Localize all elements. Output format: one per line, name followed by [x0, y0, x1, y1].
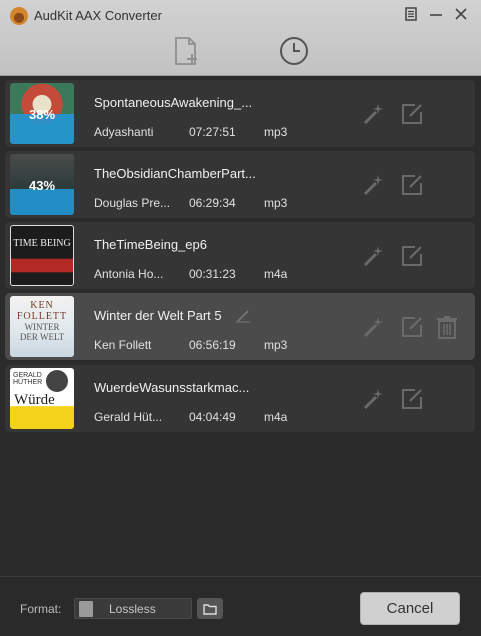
title-bar: AudKit AAX Converter — [0, 0, 481, 76]
magic-wand-icon[interactable] — [362, 315, 386, 339]
book-cover: KEN FOLLETT WINTER DER WELT — [10, 296, 74, 357]
book-author: Douglas Pre... — [94, 196, 171, 210]
book-cover: TIME BEING — [10, 225, 74, 286]
magic-wand-icon[interactable] — [362, 387, 386, 411]
cover-author: GERALD HÜTHER — [13, 372, 43, 386]
progress-label: 38% — [28, 107, 56, 122]
book-duration: 07:27:51 — [189, 125, 236, 139]
format-file-icon — [79, 601, 93, 617]
menu-icon[interactable] — [400, 4, 422, 24]
book-row[interactable]: 38% SpontaneousAwakening_... Adyashanti … — [5, 80, 475, 147]
book-format: m4a — [264, 267, 288, 281]
book-format: mp3 — [264, 196, 288, 210]
book-duration: 00:31:23 — [189, 267, 236, 281]
footer: Format: Lossless Cancel — [0, 576, 481, 636]
book-cover: GERALD HÜTHER Würde — [10, 368, 74, 429]
close-icon[interactable] — [450, 4, 472, 24]
format-value: Lossless — [109, 602, 156, 616]
book-cover: 43% — [10, 154, 74, 215]
book-author: Adyashanti — [94, 125, 154, 139]
edit-icon[interactable] — [400, 244, 424, 268]
format-label: Format: — [20, 602, 62, 616]
book-author: Ken Follett — [94, 338, 152, 352]
magic-wand-icon[interactable] — [362, 173, 386, 197]
app-title: AudKit AAX Converter — [34, 8, 162, 23]
trash-icon[interactable] — [435, 315, 459, 339]
book-title: Winter der Welt Part 5 — [94, 308, 222, 323]
author-photo — [46, 370, 68, 392]
book-row[interactable]: TIME BEING TheTimeBeing_ep6 Antonia Ho..… — [5, 222, 475, 289]
book-duration: 06:29:34 — [189, 196, 236, 210]
book-author: Antonia Ho... — [94, 267, 164, 281]
edit-icon[interactable] — [400, 387, 424, 411]
book-duration: 04:04:49 — [189, 410, 236, 424]
edit-icon[interactable] — [400, 315, 424, 339]
book-title: WuerdeWasunsstarkmac... — [94, 380, 250, 395]
format-select[interactable]: Lossless — [74, 598, 192, 619]
book-duration: 06:56:19 — [189, 338, 236, 352]
book-title: TheTimeBeing_ep6 — [94, 237, 207, 252]
minimize-icon[interactable] — [425, 4, 447, 24]
edit-icon[interactable] — [400, 173, 424, 197]
cancel-button[interactable]: Cancel — [360, 592, 460, 625]
add-files-icon[interactable] — [170, 34, 204, 68]
book-cover: 38% — [10, 83, 74, 144]
book-title: SpontaneousAwakening_... — [94, 95, 253, 110]
book-row[interactable]: 43% TheObsidianChamberPart... Douglas Pr… — [5, 151, 475, 218]
cover-title: Würde — [14, 392, 55, 408]
magic-wand-icon[interactable] — [362, 102, 386, 126]
output-folder-button[interactable] — [197, 598, 223, 619]
book-format: m4a — [264, 410, 288, 424]
rename-pencil-icon[interactable] — [235, 309, 251, 328]
cover-title: TIME BEING — [13, 238, 71, 249]
edit-icon[interactable] — [400, 102, 424, 126]
folder-icon — [203, 603, 217, 615]
cover-title: WINTER DER WELT — [19, 322, 65, 342]
app-logo-icon — [10, 7, 28, 25]
book-format: mp3 — [264, 125, 288, 139]
book-author: Gerald Hüt... — [94, 410, 163, 424]
book-title: TheObsidianChamberPart... — [94, 166, 256, 181]
progress-label: 43% — [28, 178, 56, 193]
cover-author: KEN FOLLETT — [16, 300, 68, 322]
book-row[interactable]: KEN FOLLETT WINTER DER WELT Winter der W… — [5, 293, 475, 360]
book-row[interactable]: GERALD HÜTHER Würde WuerdeWasunsstarkmac… — [5, 365, 475, 432]
magic-wand-icon[interactable] — [362, 244, 386, 268]
history-icon[interactable] — [277, 34, 311, 68]
book-format: mp3 — [264, 338, 288, 352]
